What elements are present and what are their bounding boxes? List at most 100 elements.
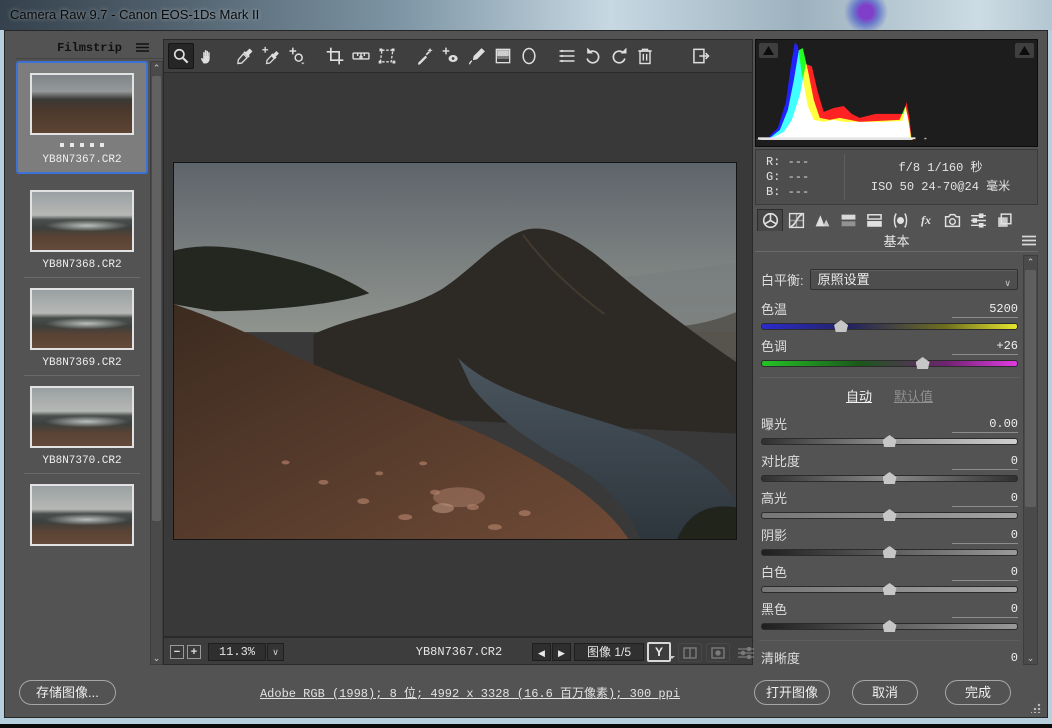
slider-thumb[interactable] bbox=[883, 546, 897, 558]
save-image-button[interactable]: 存储图像... bbox=[19, 680, 116, 705]
adjustment-brush-tool-icon[interactable] bbox=[464, 43, 490, 69]
panel-tabs: fx bbox=[757, 209, 1017, 232]
thumbnail-image[interactable] bbox=[30, 73, 134, 135]
slider-value-field[interactable]: 0 bbox=[952, 454, 1018, 470]
cancel-button[interactable]: 取消 bbox=[852, 680, 918, 705]
zoom-out-button[interactable]: − bbox=[170, 645, 184, 659]
tab-hsl-grayscale[interactable] bbox=[835, 209, 861, 231]
slider-value-field[interactable]: 0.00 bbox=[952, 417, 1018, 433]
open-image-button[interactable]: 打开图像 bbox=[754, 680, 830, 705]
filmstrip-thumbnail[interactable]: YB8N7369.CR2 bbox=[16, 278, 148, 376]
slider-thumb[interactable] bbox=[883, 435, 897, 447]
panel-menu-icon[interactable] bbox=[1022, 235, 1036, 246]
transform-tool-icon[interactable] bbox=[374, 43, 400, 69]
filmstrip-menu-icon[interactable] bbox=[136, 43, 149, 53]
rating-dots[interactable] bbox=[18, 143, 146, 147]
main-preview-image[interactable] bbox=[173, 162, 737, 540]
slider-thumb[interactable] bbox=[883, 472, 897, 484]
preferences-icon[interactable] bbox=[554, 43, 580, 69]
scrollbar-thumb[interactable] bbox=[1025, 270, 1036, 507]
window-titlebar[interactable]: Camera Raw 9.7 - Canon EOS-1Ds Mark II bbox=[0, 0, 1052, 30]
slider-track[interactable] bbox=[761, 512, 1018, 519]
auto-link[interactable]: 自动 bbox=[846, 386, 872, 405]
slider-thumb[interactable] bbox=[883, 620, 897, 632]
filmstrip-thumbnail[interactable] bbox=[16, 474, 148, 546]
hand-tool-icon[interactable] bbox=[194, 43, 220, 69]
workflow-options-link[interactable]: Adobe RGB (1998); 8 位; 4992 x 3328 (16.6… bbox=[255, 684, 685, 701]
white-balance-select[interactable]: 原照设置 ∨ bbox=[810, 269, 1018, 290]
crop-tool-icon[interactable] bbox=[322, 43, 348, 69]
thumbnail-image[interactable] bbox=[30, 190, 134, 252]
targeted-adjustment-tool-icon[interactable] bbox=[284, 43, 310, 69]
next-image-button[interactable]: ▶ bbox=[552, 643, 571, 661]
slider-value-field[interactable]: 0 bbox=[952, 565, 1018, 581]
thumbnail-image[interactable] bbox=[30, 386, 134, 448]
color-sampler-tool-icon[interactable] bbox=[258, 43, 284, 69]
panel-scrollbar[interactable]: ⌃ ⌄ bbox=[1023, 255, 1038, 665]
delete-icon[interactable] bbox=[632, 43, 658, 69]
radial-filter-tool-icon[interactable] bbox=[516, 43, 542, 69]
slider-track[interactable] bbox=[761, 623, 1018, 630]
scrollbar-thumb[interactable] bbox=[152, 76, 161, 521]
red-eye-tool-icon[interactable] bbox=[438, 43, 464, 69]
slider-value-field[interactable]: 0 bbox=[952, 528, 1018, 544]
tab-detail[interactable] bbox=[809, 209, 835, 231]
slider-thumb[interactable] bbox=[883, 583, 897, 595]
spot-removal-tool-icon[interactable] bbox=[412, 43, 438, 69]
shadow-clipping-indicator[interactable] bbox=[759, 43, 778, 58]
filmstrip-thumbnail[interactable]: YB8N7367.CR2 bbox=[16, 61, 148, 174]
zoom-tool-icon[interactable] bbox=[168, 43, 194, 69]
zoom-level-field[interactable]: 11.3% bbox=[208, 643, 266, 661]
tab-basic[interactable] bbox=[757, 209, 783, 231]
slider-value-field[interactable]: 0 bbox=[952, 491, 1018, 507]
scroll-up-icon[interactable]: ⌃ bbox=[151, 62, 162, 74]
slider-thumb[interactable] bbox=[916, 357, 930, 369]
done-button[interactable]: 完成 bbox=[945, 680, 1011, 705]
slider-value-field[interactable]: +26 bbox=[952, 339, 1018, 355]
tab-lens-corrections[interactable] bbox=[887, 209, 913, 231]
zoom-in-button[interactable]: + bbox=[187, 645, 201, 659]
slider-value-field[interactable]: 0 bbox=[952, 602, 1018, 618]
slider-value-field[interactable]: 5200 bbox=[952, 302, 1018, 318]
fullscreen-toggle-icon[interactable] bbox=[688, 43, 714, 69]
camera-raw-dialog: Filmstrip YB8N7367.CR2 YB8N7368.CR2 bbox=[4, 30, 1048, 718]
thumbnail-image[interactable] bbox=[30, 288, 134, 350]
image-canvas[interactable] bbox=[163, 73, 753, 637]
scroll-up-icon[interactable]: ⌃ bbox=[1024, 256, 1037, 268]
slider-track[interactable] bbox=[761, 586, 1018, 593]
copy-settings-icon[interactable] bbox=[706, 643, 730, 662]
resize-grip[interactable] bbox=[1031, 703, 1041, 713]
toolbar bbox=[163, 39, 753, 73]
zoom-level-dropdown[interactable]: ∨ bbox=[267, 643, 284, 661]
white-balance-tool-icon[interactable] bbox=[232, 43, 258, 69]
tab-split-toning[interactable] bbox=[861, 209, 887, 231]
slider-track[interactable] bbox=[761, 360, 1018, 367]
slider-track[interactable] bbox=[761, 438, 1018, 445]
tab-tone-curve[interactable] bbox=[783, 209, 809, 231]
swap-before-after-icon[interactable] bbox=[678, 643, 702, 662]
slider-thumb[interactable] bbox=[834, 320, 848, 332]
before-after-toggle-button[interactable]: Y bbox=[647, 642, 671, 662]
slider-track[interactable] bbox=[761, 475, 1018, 482]
filmstrip-scrollbar[interactable]: ⌃ ⌄ bbox=[150, 61, 163, 665]
tab-snapshots[interactable] bbox=[991, 209, 1017, 231]
scroll-down-icon[interactable]: ⌄ bbox=[151, 652, 162, 664]
slider-track[interactable] bbox=[761, 549, 1018, 556]
thumbnail-image[interactable] bbox=[30, 484, 134, 546]
rotate-right-icon[interactable] bbox=[606, 43, 632, 69]
slider-thumb[interactable] bbox=[883, 509, 897, 521]
graduated-filter-tool-icon[interactable] bbox=[490, 43, 516, 69]
tab-presets[interactable] bbox=[965, 209, 991, 231]
scroll-down-icon[interactable]: ⌄ bbox=[1024, 652, 1037, 664]
slider-value-field[interactable]: 0 bbox=[952, 651, 1018, 665]
straighten-tool-icon[interactable] bbox=[348, 43, 374, 69]
tab-camera-calibration[interactable] bbox=[939, 209, 965, 231]
highlight-clipping-indicator[interactable] bbox=[1015, 43, 1034, 58]
filmstrip-thumbnail[interactable]: YB8N7370.CR2 bbox=[16, 376, 148, 474]
tab-effects[interactable]: fx bbox=[913, 209, 939, 231]
default-link[interactable]: 默认值 bbox=[894, 386, 933, 405]
slider-track[interactable] bbox=[761, 323, 1018, 330]
previous-image-button[interactable]: ◀ bbox=[532, 643, 551, 661]
filmstrip-thumbnail[interactable]: YB8N7368.CR2 bbox=[16, 180, 148, 278]
rotate-left-icon[interactable] bbox=[580, 43, 606, 69]
